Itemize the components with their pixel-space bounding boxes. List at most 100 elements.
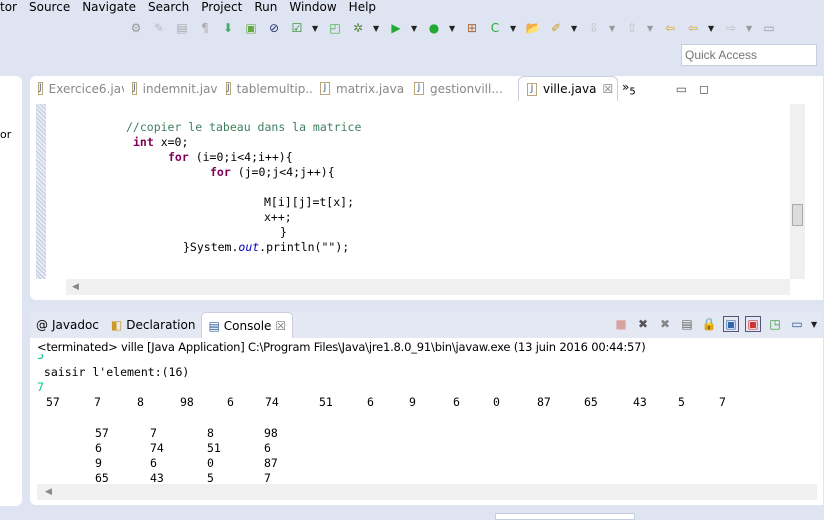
tab-overflow-button[interactable]: »5	[622, 80, 636, 97]
editor-horizontal-scrollbar[interactable]: ◀	[66, 279, 790, 295]
tab-ville[interactable]: Jville.java ☒	[518, 76, 618, 101]
checkbox-task-icon[interactable]: ☑	[289, 20, 305, 36]
matrix-cell: 8	[207, 426, 214, 440]
next-annotation-icon[interactable]: ⇩	[586, 20, 602, 36]
matrix-cell: 7	[264, 471, 271, 484]
chevron-down-icon[interactable]: ▼	[811, 320, 819, 329]
array-value: 57	[46, 395, 60, 409]
array-value: 98	[180, 395, 194, 409]
chevron-down-icon[interactable]: ▼	[510, 24, 518, 33]
left-panel: or	[0, 76, 22, 506]
array-value: 6	[367, 395, 374, 409]
tab-gestionville[interactable]: Jgestionvill...	[406, 82, 518, 96]
menu-navigate[interactable]: Navigate	[82, 0, 142, 15]
show-on-stderr-icon[interactable]: ▣	[745, 316, 761, 332]
close-tab-icon[interactable]: ☒	[602, 82, 613, 96]
tab-javadoc[interactable]: @ Javadoc	[30, 312, 105, 338]
last-edit-icon[interactable]: ⇦	[662, 20, 678, 36]
outline-icon[interactable]: ▤	[174, 20, 190, 36]
edit-icon[interactable]: ✎	[151, 20, 167, 36]
menu-search[interactable]: Search	[148, 0, 195, 15]
console-array-line: 57 7 8 98 6 74 51 6 9 6 0 87 65 43 5 7	[37, 395, 817, 410]
console-toolbar: ■ ✖ ✖ ▤ 🔒 ▣ ▣ ◳ ▭ ▼	[613, 316, 819, 332]
tab-exercice6[interactable]: JExercice6.java	[30, 82, 124, 96]
chevron-down-icon[interactable]: ▼	[312, 24, 320, 33]
show-on-stdout-icon[interactable]: ▣	[723, 316, 739, 332]
chevron-down-icon[interactable]: ▼	[449, 24, 457, 33]
tab-matrix[interactable]: Jmatrix.java	[312, 82, 406, 96]
pen-icon[interactable]: ✐	[548, 20, 564, 36]
maximize-icon[interactable]: ◻	[699, 82, 709, 96]
console-matrix: 57 7 8 98 6 74 51 6 9 6 0 87 65 43 5 7	[37, 426, 437, 484]
code-line: int x=0;	[133, 135, 189, 149]
console-icon: ▤	[208, 318, 220, 333]
editor-panel: JExercice6.java Jindemnit.java Jtablemul…	[30, 76, 823, 300]
array-value: 5	[678, 395, 685, 409]
pin-icon[interactable]: ▭	[761, 20, 777, 36]
matrix-cell: 9	[95, 456, 102, 470]
chevron-down-icon[interactable]: ▼	[609, 24, 617, 33]
menu-window[interactable]: Window	[289, 0, 342, 15]
chevron-down-icon[interactable]: ▼	[647, 24, 655, 33]
open-folder-icon[interactable]: 📂	[525, 20, 541, 36]
matrix-cell: 7	[150, 426, 157, 440]
close-tab-icon[interactable]: ☒	[275, 319, 286, 333]
run-icon[interactable]: ▶	[388, 20, 404, 36]
tab-tablemultip[interactable]: Jtablemultip....	[218, 82, 312, 96]
java-file-icon: J	[38, 82, 43, 95]
console-prompt-line: saisir l'element:(16)	[37, 365, 190, 379]
terminate-icon[interactable]: ■	[613, 316, 629, 332]
menu-bar: tor Source Navigate Search Project Run W…	[0, 0, 824, 15]
new-package-icon[interactable]: ⊞	[464, 20, 480, 36]
android-device-icon[interactable]: ▣	[243, 20, 259, 36]
array-value: 7	[719, 395, 726, 409]
matrix-cell: 51	[207, 441, 221, 455]
code-comment: //copier le tabeau dans la matrice	[126, 120, 362, 134]
refactor-icon[interactable]: ⚙	[128, 20, 144, 36]
menu-project[interactable]: Project	[201, 0, 248, 15]
code-area[interactable]: //copier le tabeau dans la matrice int x…	[36, 104, 791, 279]
quick-access-input[interactable]	[681, 44, 817, 66]
chevron-down-icon[interactable]: ▼	[746, 24, 754, 33]
menu-help[interactable]: Help	[349, 0, 382, 15]
remove-launch-icon[interactable]: ✖	[635, 316, 651, 332]
matrix-cell: 6	[264, 441, 271, 455]
breakpoint-skip-icon[interactable]: ⊘	[266, 20, 282, 36]
console-horizontal-scrollbar[interactable]: ◀	[37, 484, 817, 500]
debug-icon[interactable]: ✲	[350, 20, 366, 36]
editor-vertical-scrollbar[interactable]	[790, 104, 805, 279]
chevron-down-icon[interactable]: ▼	[571, 24, 579, 33]
editor-tabs: JExercice6.java Jindemnit.java Jtablemul…	[30, 76, 823, 101]
minimize-icon[interactable]: ▭	[676, 82, 687, 96]
back-icon[interactable]: ⇦	[685, 20, 701, 36]
left-panel-text: or	[0, 128, 12, 141]
pin-console-icon[interactable]: ◳	[767, 316, 783, 332]
forward-icon[interactable]: ⇨	[723, 20, 739, 36]
tab-console[interactable]: ▤ Console ☒	[201, 312, 294, 338]
display-console-icon[interactable]: ▭	[789, 316, 805, 332]
scroll-lock-icon[interactable]: 🔒	[701, 316, 717, 332]
menu-source[interactable]: Source	[29, 0, 76, 15]
menu-edit[interactable]: tor	[0, 0, 23, 15]
android-download-icon[interactable]: ⬇	[220, 20, 236, 36]
run-external-icon[interactable]: ●	[426, 20, 442, 36]
clear-console-icon[interactable]: ▤	[679, 316, 695, 332]
code-line: M[i][j]=t[x];	[264, 195, 355, 209]
prev-annotation-icon[interactable]: ⇧	[624, 20, 640, 36]
tab-declaration[interactable]: ◧ Declaration	[105, 312, 202, 338]
java-file-icon: J	[226, 82, 231, 95]
remove-all-icon[interactable]: ✖	[657, 316, 673, 332]
menu-run[interactable]: Run	[254, 0, 283, 15]
console-panel: @ Javadoc ◧ Declaration ▤ Console ☒ ■ ✖ ✖ ▤ …	[30, 312, 823, 505]
console-input-line: 7	[37, 380, 44, 394]
matrix-cell: 65	[95, 471, 109, 484]
pilcrow-icon[interactable]: ¶	[197, 20, 213, 36]
chevron-down-icon[interactable]: ▼	[708, 24, 716, 33]
new-class-wizard-icon[interactable]: C	[487, 20, 503, 36]
code-line: }	[280, 225, 287, 239]
console-output[interactable]: 5 saisir l'element:(16) 7 57 7 8 98 6 74 51 6 9 6…	[37, 354, 817, 484]
chevron-down-icon[interactable]: ▼	[411, 24, 419, 33]
new-class-icon[interactable]: ◰	[327, 20, 343, 36]
chevron-down-icon[interactable]: ▼	[373, 24, 381, 33]
tab-indemnit[interactable]: Jindemnit.java	[124, 82, 218, 96]
